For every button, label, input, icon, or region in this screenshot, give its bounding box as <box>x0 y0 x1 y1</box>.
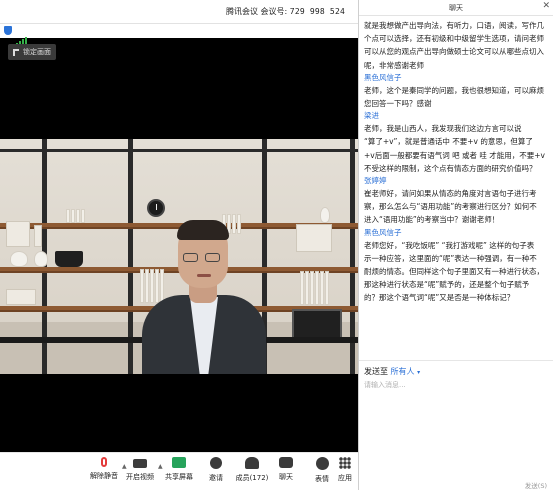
send-button[interactable]: 发送(S) <box>525 480 547 490</box>
chat-message: 梁进老师，我是山西人，我发现我们这边方言可以说 “算了+v”，就是普通话中 不要+… <box>364 110 553 175</box>
desk-monitor <box>292 309 342 339</box>
chat-message: 就是我想做产出导向法，有听力，口语，阅读，写作几 个点可以选择，还有初级和中级留学… <box>364 19 553 72</box>
members-icon <box>245 457 259 469</box>
message-list[interactable]: 就是我想做产出导向法，有听力，口语，阅读，写作几 个点可以选择，还有初级和中级留学… <box>364 19 553 357</box>
message-text-line: 老师您好，“我吃饭呢” “我打游戏呢” 这样的句子表 <box>364 240 535 250</box>
send-to-label: 发送至 <box>364 367 388 376</box>
meeting-toolbar: 解除静音 ▲ 开启视频 ▲ 共享屏幕 邀请 成员(172) 聊天 表情 应用 <box>0 452 358 490</box>
apps-icon <box>339 457 351 469</box>
storage-box <box>296 224 332 252</box>
shelf-rail <box>0 149 358 152</box>
start-video-button[interactable]: 开启视频 ▲ <box>118 457 163 482</box>
storage-box <box>6 221 30 247</box>
status-bar <box>0 24 358 46</box>
basket <box>55 251 83 267</box>
pin-icon <box>13 48 19 56</box>
meeting-id-label: 会议号: <box>260 7 288 16</box>
meeting-title: 腾讯会议 会议号: 729 998 524 <box>226 6 345 17</box>
security-shield-icon[interactable] <box>4 26 12 35</box>
send-to-selector[interactable]: 发送至 所有人 ▾ <box>364 366 420 377</box>
message-text-line: 呢，非常感谢老师 <box>364 60 424 70</box>
chevron-down-icon: ▾ <box>417 369 421 376</box>
invite-icon <box>210 457 222 469</box>
speaker-glasses <box>183 253 223 263</box>
message-text-line: 的？那这个语气词“呢”又是否是一种体标记？ <box>364 293 515 303</box>
chat-header: 聊天 ✕ <box>359 0 553 16</box>
vase <box>10 251 28 267</box>
vase <box>320 207 330 223</box>
share-screen-icon <box>172 457 186 468</box>
storage-box <box>6 289 36 305</box>
message-text-line: 老师，我是山西人，我发现我们这边方言可以说 <box>364 124 522 134</box>
mic-muted-icon <box>101 457 107 467</box>
books <box>66 209 85 223</box>
chat-message: 黑色风信子 老师您好，“我吃饭呢” “我打游戏呢” 这样的句子表 示一种应答，这里面… <box>364 227 553 305</box>
meeting-id-value[interactable]: 729 998 524 <box>290 7 345 16</box>
video-off-icon <box>133 459 147 468</box>
message-text-line: 可以从您的观点产出导向做硕士论文可以从哪些点切入 <box>364 47 544 57</box>
message-text-line: 进入“语用功能”的考察当中？谢谢老师！ <box>364 215 500 225</box>
app-name: 腾讯会议 <box>226 7 258 16</box>
message-text-line: “算了+v”，就是普通话中 不要+v 的意思，但算了 <box>364 137 533 147</box>
chat-title: 聊天 <box>449 4 463 12</box>
message-input[interactable] <box>359 377 553 477</box>
storage-box <box>34 225 42 247</box>
app-window: 腾讯会议 会议号: 729 998 524 锁定画面 解除静音 ▲ 开启视频 ▲… <box>0 0 553 490</box>
meeting-titlebar: 腾讯会议 会议号: 729 998 524 <box>0 0 358 24</box>
chat-message: 张婷婷崔老师好，请问如果从情态的角度对言语句子进行考 察，那么怎么与“语用功能”的… <box>364 175 553 227</box>
chat-panel: 聊天 ✕ 就是我想做产出导向法，有听力，口语，阅读，写作几 个点可以选择，还有初级… <box>358 0 553 490</box>
meeting-window: 腾讯会议 会议号: 729 998 524 锁定画面 解除静音 ▲ 开启视频 ▲… <box>0 0 358 490</box>
lock-view-label: 锁定画面 <box>23 48 51 56</box>
vase <box>34 251 48 267</box>
chat-message: 黑色风信子 老师，这个是秦同学的问题，我也很想知道，可以麻烦 您回答一下吗？感谢 <box>364 72 553 110</box>
message-text-line: 您回答一下吗？感谢 <box>364 99 432 109</box>
message-text-line: 就是我想做产出导向法，有听力，口语，阅读，写作几 <box>364 21 544 30</box>
close-icon[interactable]: ✕ <box>542 1 550 11</box>
speaker-video[interactable] <box>0 139 358 374</box>
message-text-line: 示一种应答，这里面的“呢”表达一种强调，有一种不 <box>364 253 537 263</box>
message-text-line: 耐烦的情态。但同样这个句子里面又有一种进行状态， <box>364 267 544 277</box>
wall-clock-icon <box>147 199 165 217</box>
message-sender[interactable]: 黑色风信子 <box>364 72 553 84</box>
message-text-line: 个点可以选择，还有初级和中级留学生选项，请问老师 <box>364 34 544 44</box>
send-to-target: 所有人 <box>390 367 415 376</box>
speaker-mouth <box>197 274 211 277</box>
send-to-bar: 发送至 所有人 ▾ <box>359 360 553 376</box>
books <box>300 271 329 305</box>
message-text-line: 老师，这个是秦同学的问题，我也很想知道，可以麻烦 <box>364 85 544 95</box>
message-text-line: 察，那么怎么与“语用功能”的考察进行区分？如何不 <box>364 202 537 212</box>
chat-icon <box>279 457 293 468</box>
message-text-line: +v后面一般都要有语气词 吧 或者 哇 才能用，不要+v <box>364 150 545 160</box>
message-sender[interactable]: 梁进 <box>364 110 553 122</box>
message-sender[interactable]: 张婷婷 <box>364 175 553 187</box>
lock-view-button[interactable]: 锁定画面 <box>8 44 56 60</box>
books <box>140 269 164 303</box>
start-video-label: 开启视频 <box>126 473 154 481</box>
speaker-hair <box>177 220 229 240</box>
message-sender[interactable]: 黑色风信子 <box>364 227 553 239</box>
message-text-line: 崔老师好，请问如果从情态的角度对言语句子进行考 <box>364 189 537 199</box>
message-text-line: 那这种进行状态是“呢”赋予的，还是整个句子赋予 <box>364 280 530 290</box>
message-text-line: 不受这样的限制，这个点有情态方面的研究价值吗？ <box>364 163 537 173</box>
